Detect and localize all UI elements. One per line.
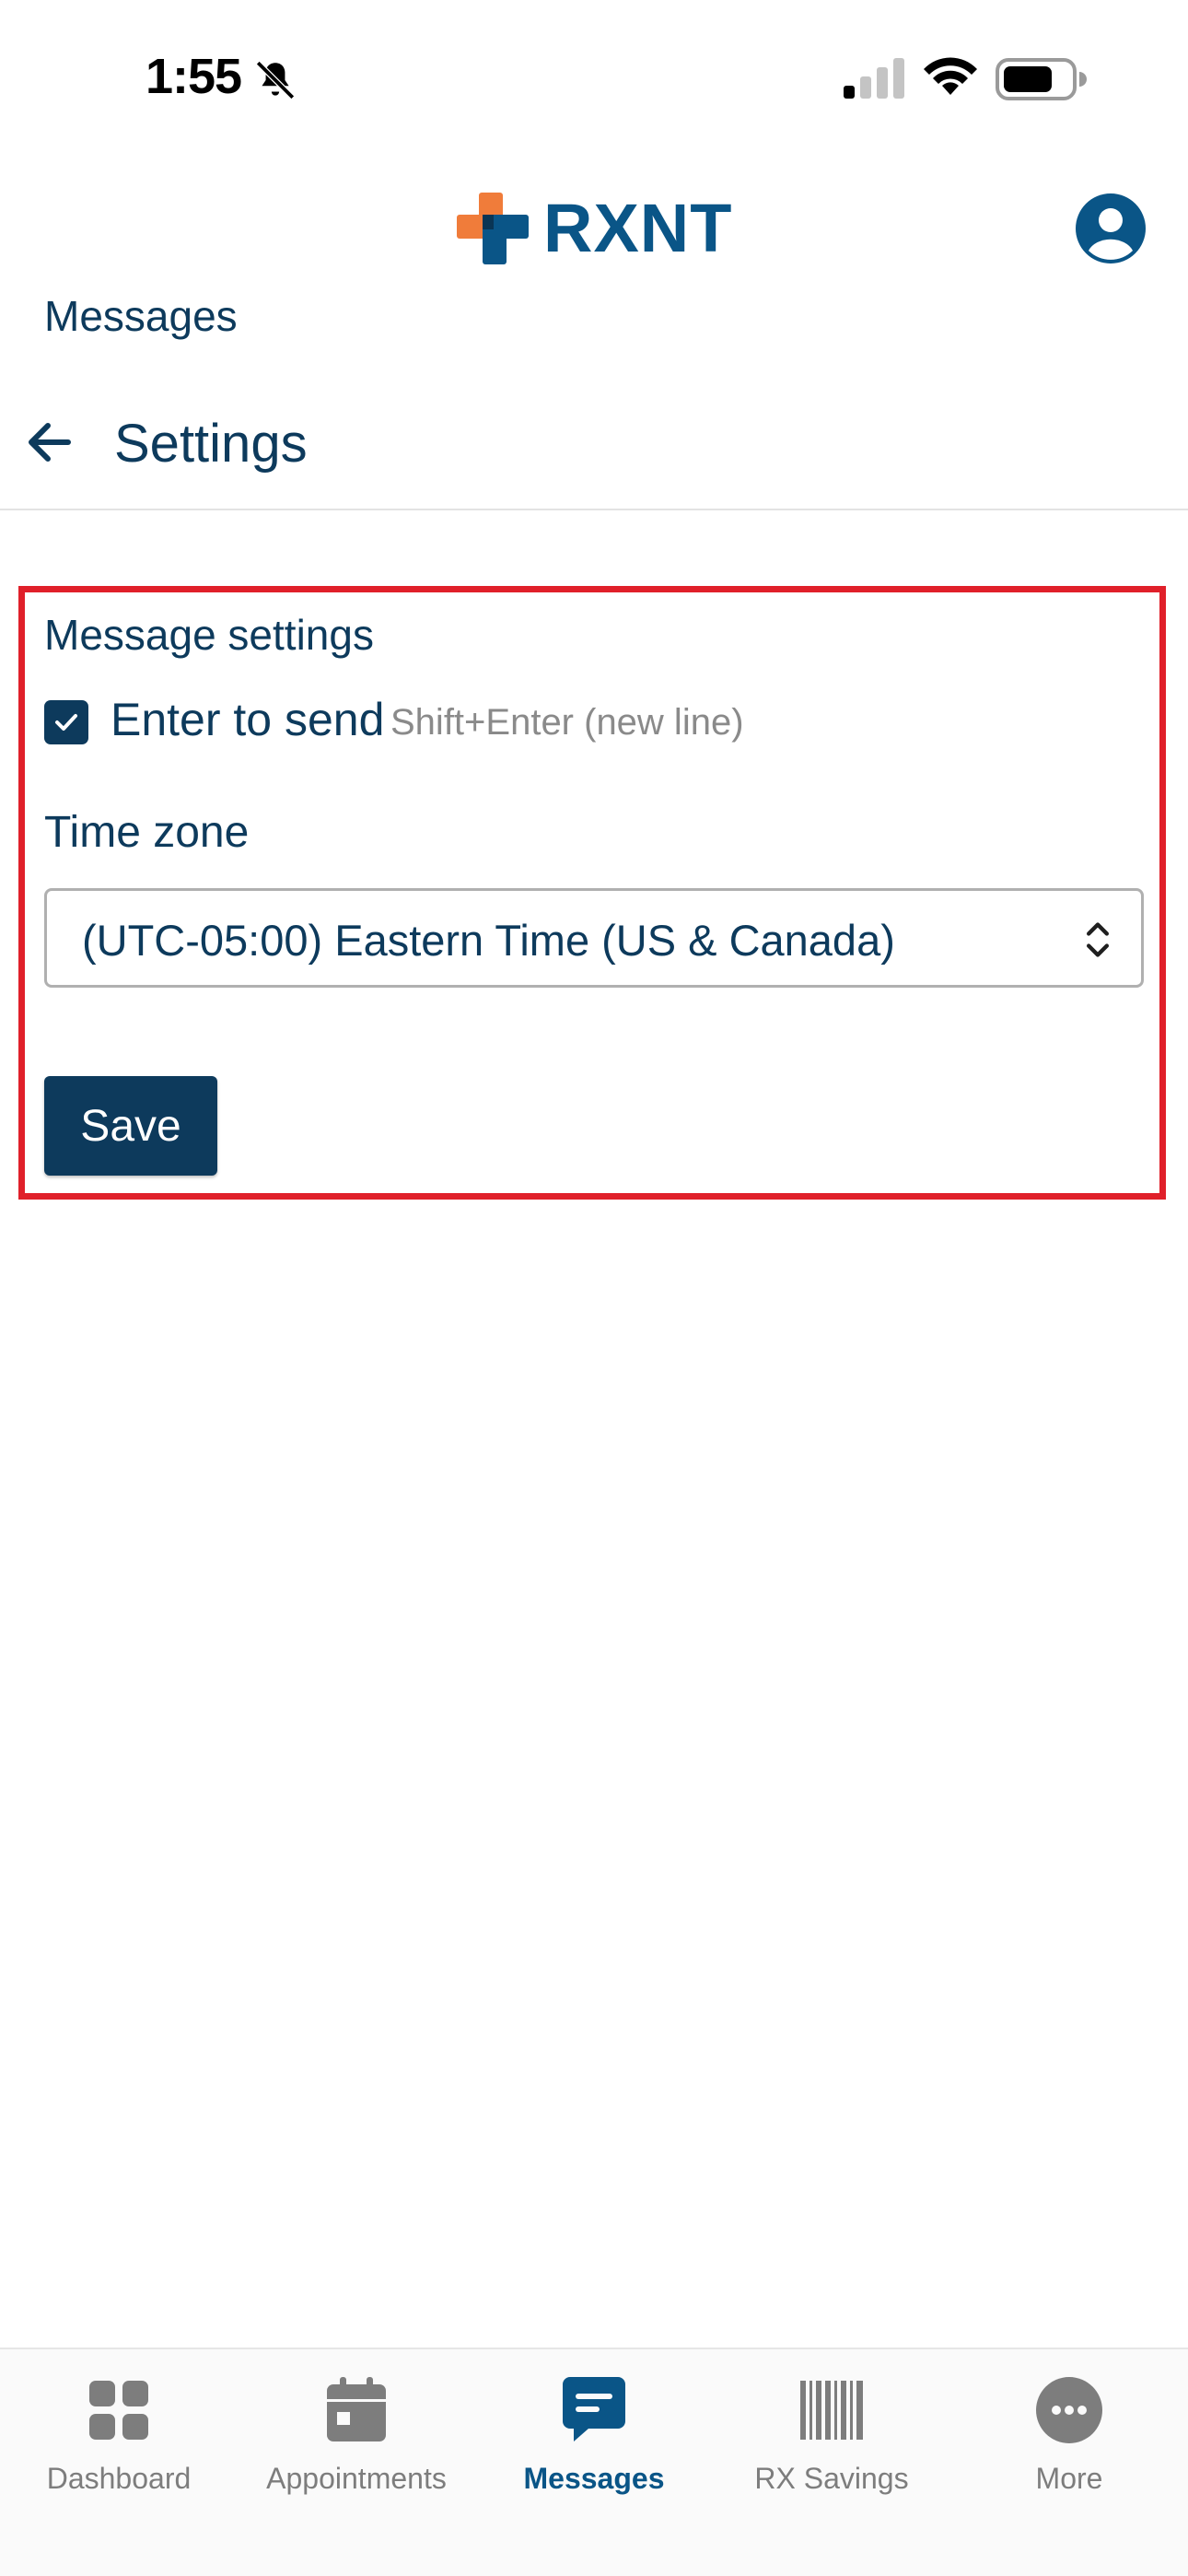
calendar-icon [327,2377,386,2441]
tab-appointments[interactable]: Appointments [238,2366,475,2504]
page-title: Settings [114,414,308,474]
status-time: 1:55 [146,49,242,104]
time-zone-select[interactable]: (UTC-05:00) Eastern Time (US & Canada) [44,888,1144,988]
tab-label: Appointments [266,2462,447,2495]
logo-text: RXNT [543,190,733,266]
tab-label: Messages [523,2462,665,2495]
wifi-icon [924,57,977,95]
save-button[interactable]: Save [44,1076,217,1176]
more-dots-icon [1036,2377,1102,2443]
dashboard-grid-icon [89,2381,148,2440]
tab-messages[interactable]: Messages [475,2366,713,2504]
tab-rx-savings[interactable]: RX Savings [713,2366,950,2504]
time-zone-value: (UTC-05:00) Eastern Time (US & Canada) [82,916,895,965]
tab-more[interactable]: More [950,2366,1188,2504]
enter-to-send-hint: Shift+Enter (new line) [390,702,744,743]
header-divider [0,509,1188,510]
barcode-icon [800,2381,863,2440]
tab-label: RX Savings [754,2462,909,2495]
cellular-signal-icon [844,58,904,99]
logo-cross-icon [457,193,529,264]
tab-dashboard[interactable]: Dashboard [0,2366,238,2504]
message-bubble-icon [563,2377,625,2441]
breadcrumb-messages[interactable]: Messages [44,291,238,341]
checkmark-icon [55,714,77,731]
enter-to-send-label[interactable]: Enter to send [111,693,384,746]
battery-icon [996,58,1087,100]
back-arrow-icon[interactable] [24,416,76,468]
tab-label: Dashboard [46,2462,192,2495]
status-bar: 1:55 [0,0,1188,157]
section-title: Message settings [44,611,374,659]
user-avatar-icon[interactable] [1076,193,1146,263]
tab-label: More [1035,2462,1103,2495]
enter-to-send-checkbox[interactable] [44,700,88,744]
chevron-up-down-icon [1087,922,1109,957]
bottom-tab-bar: Dashboard Appointments Messages RX Savin… [0,2348,1188,2576]
time-zone-label: Time zone [44,808,250,857]
rxnt-logo: RXNT [451,184,732,273]
bell-slash-icon [256,61,295,100]
